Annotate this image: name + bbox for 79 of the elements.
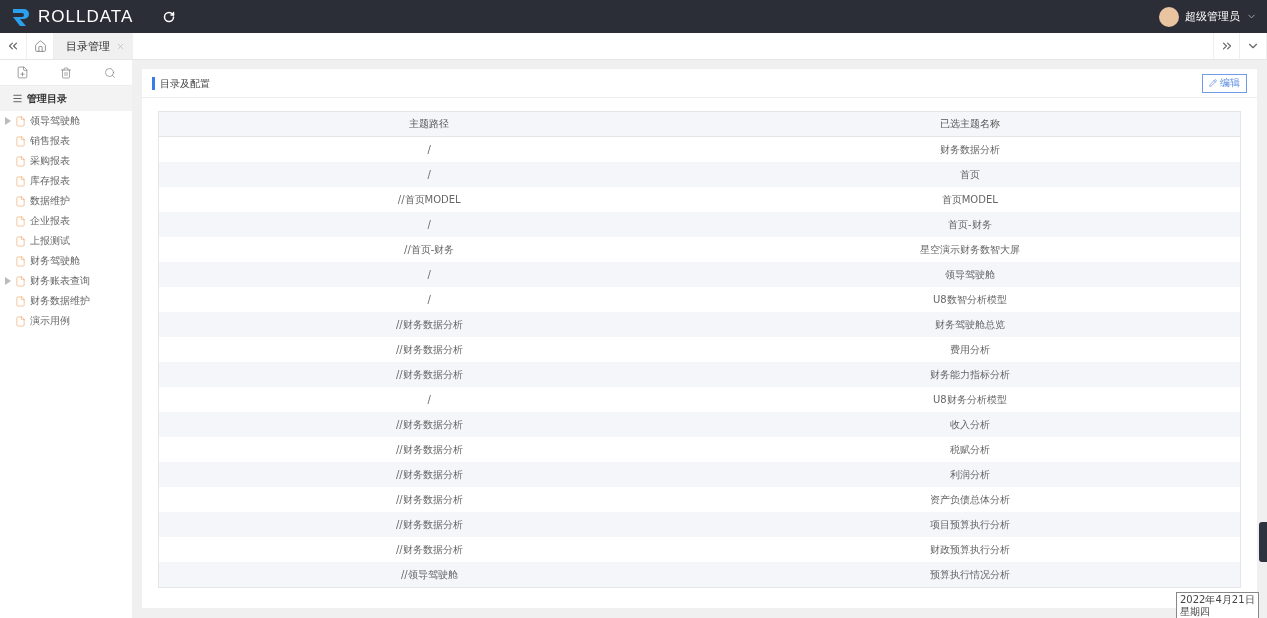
tree-item[interactable]: 销售报表: [30, 134, 70, 148]
table-cell-text: //财务数据分析: [394, 342, 464, 357]
table-cell-text: 领导驾驶舱: [943, 267, 996, 282]
column-header: 已选主题名称: [938, 117, 1001, 131]
tree-item[interactable]: 数据维护: [30, 194, 70, 208]
table-cell-text: 财务数据分析: [938, 142, 1001, 157]
panel-title: 目录及配置: [152, 76, 210, 90]
table-cell-text: //领导驾驶舱: [399, 567, 459, 582]
table-cell-text: /: [426, 143, 432, 157]
file-icon: [15, 235, 26, 247]
table-cell-text: U8数智分析模型: [931, 292, 1008, 307]
table-cell-text: //财务数据分析: [394, 467, 464, 482]
tree-item[interactable]: 库存报表: [30, 174, 70, 188]
tree-item[interactable]: 财务驾驶舱: [30, 254, 80, 268]
avatar: [1159, 6, 1179, 27]
add-file-icon[interactable]: [15, 66, 29, 79]
user-name[interactable]: 超级管理员: [1185, 9, 1240, 24]
edit-button[interactable]: 编辑: [1202, 73, 1247, 93]
sidebar-title: 管理目录: [27, 91, 67, 106]
file-icon: [15, 175, 26, 187]
table-cell-text: //财务数据分析: [394, 367, 464, 382]
table-cell-text: /: [426, 168, 432, 182]
table-cell-text: //首页-财务: [403, 242, 456, 257]
table-cell-text: //财务数据分析: [394, 317, 464, 332]
pencil-icon: [1209, 79, 1217, 87]
file-icon: [15, 195, 26, 207]
logo-text: ROLLDATA: [38, 6, 134, 27]
delete-icon[interactable]: [60, 66, 73, 79]
file-icon: [15, 215, 26, 227]
double-chevron-left-icon[interactable]: [6, 39, 20, 53]
column-header: 主题路径: [408, 117, 451, 131]
menu-icon: [12, 93, 23, 104]
file-icon: [15, 315, 26, 327]
search-icon[interactable]: [104, 66, 117, 79]
file-icon: [15, 255, 26, 267]
table-cell-text: 星空演示财务数智大屏: [918, 242, 1021, 257]
table-cell-text: 财务驾驶舱总览: [933, 317, 1006, 332]
table-cell-text: 财务能力指标分析: [928, 367, 1011, 382]
table-cell-text: 首页: [958, 167, 981, 182]
tree-item[interactable]: 财务数据维护: [30, 294, 90, 308]
table-cell-text: //财务数据分析: [394, 492, 464, 507]
close-icon[interactable]: [116, 41, 125, 51]
tree-item[interactable]: 上报测试: [30, 234, 70, 248]
table-cell-text: 税赋分析: [948, 442, 991, 457]
expand-caret-icon[interactable]: [4, 117, 11, 125]
table-cell-text: 利润分析: [948, 467, 991, 482]
file-icon: [15, 115, 26, 127]
home-icon[interactable]: [33, 39, 47, 53]
table-cell-text: U8财务分析模型: [931, 392, 1008, 407]
table-cell-text: 费用分析: [948, 342, 991, 357]
tab[interactable]: 目录管理: [54, 33, 133, 59]
tree-item[interactable]: 采购报表: [30, 154, 70, 168]
table-cell-text: /: [426, 218, 432, 232]
table-cell-text: 首页-财务: [946, 217, 993, 232]
date-tooltip: 2022年4月21日 星期四: [1176, 592, 1259, 618]
table-cell-text: 首页MODEL: [940, 192, 999, 207]
table-cell-text: 财政预算执行分析: [928, 542, 1011, 557]
tree-item[interactable]: 演示用例: [30, 314, 70, 328]
table-cell-text: /: [426, 293, 432, 307]
refresh-icon[interactable]: [163, 10, 176, 23]
file-icon: [15, 275, 26, 287]
file-icon: [15, 295, 26, 307]
table-cell-text: 收入分析: [948, 417, 991, 432]
file-icon: [15, 155, 26, 167]
tree-item[interactable]: 企业报表: [30, 214, 70, 228]
file-icon: [15, 135, 26, 147]
table-cell-text: 项目预算执行分析: [928, 517, 1011, 532]
table-cell-text: //首页MODEL: [396, 192, 462, 207]
tree-item[interactable]: 领导驾驶舱: [30, 114, 80, 128]
tree-item[interactable]: 财务账表查询: [30, 274, 90, 288]
table-cell-text: //财务数据分析: [394, 417, 464, 432]
table-cell-text: /: [426, 393, 432, 407]
table-cell-text: 预算执行情况分析: [928, 567, 1011, 582]
expand-caret-icon[interactable]: [4, 277, 11, 285]
table-cell-text: //财务数据分析: [394, 542, 464, 557]
table-cell-text: /: [426, 268, 432, 282]
table-cell-text: //财务数据分析: [394, 442, 464, 457]
table-cell-text: //财务数据分析: [394, 517, 464, 532]
table-cell-text: 资产负债总体分析: [928, 492, 1011, 507]
